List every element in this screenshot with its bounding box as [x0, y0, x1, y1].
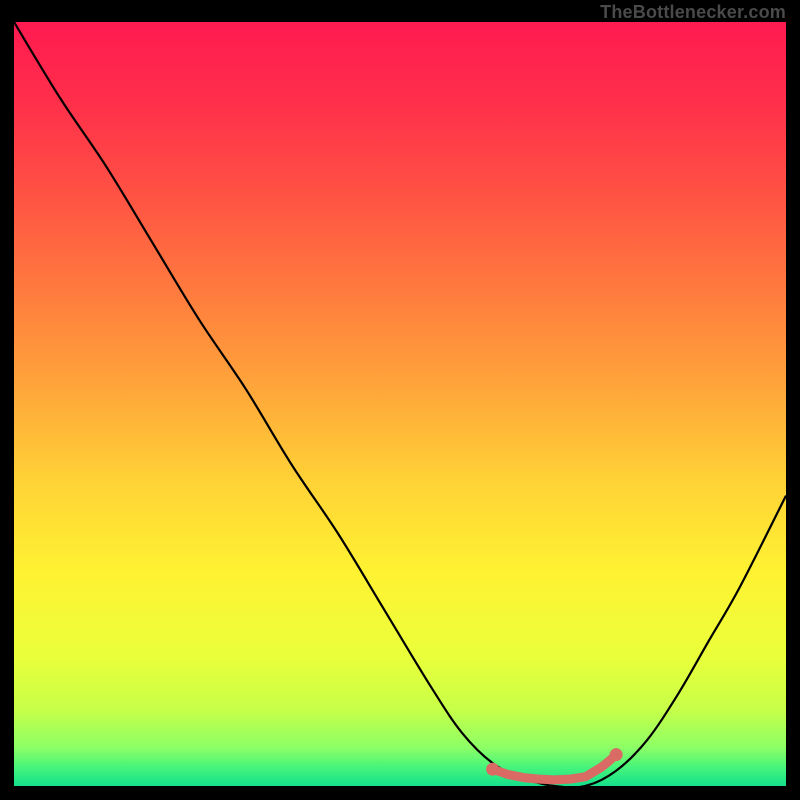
marker-dot-end: [610, 748, 623, 761]
chart-frame: TheBottlenecker.com: [0, 0, 800, 800]
curve-layer: [14, 22, 786, 786]
plot-area: [14, 22, 786, 786]
marker-dot-start: [486, 763, 499, 776]
optimal-range-markers: [486, 748, 623, 780]
attribution-label: TheBottlenecker.com: [600, 2, 786, 23]
marker-line: [493, 755, 617, 780]
bottleneck-curve: [14, 22, 786, 786]
